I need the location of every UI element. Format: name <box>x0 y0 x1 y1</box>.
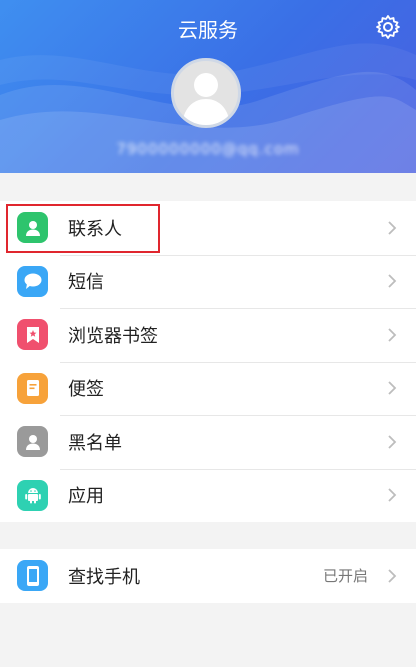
menu-item-label: 应用 <box>68 486 104 508</box>
menu-item-notes[interactable]: 便签 <box>0 361 416 416</box>
settings-gear-icon[interactable] <box>374 13 402 41</box>
sync-items-group: 联系人 短信 浏览器书签 便签 黑名单 应用 <box>0 201 416 522</box>
menu-item-label: 短信 <box>68 272 104 294</box>
contacts-icon <box>17 212 48 244</box>
chevron-right-icon <box>388 381 397 395</box>
menu-item-label: 联系人 <box>68 218 122 240</box>
account-email: 7900000000@qq.com <box>116 140 300 158</box>
menu-item-bookmarks[interactable]: 浏览器书签 <box>0 308 416 362</box>
avatar[interactable] <box>171 58 241 128</box>
menu-item-apps[interactable]: 应用 <box>0 468 416 523</box>
menu-item-blacklist[interactable]: 黑名单 <box>0 415 416 469</box>
chevron-right-icon <box>388 435 397 449</box>
blacklist-icon <box>17 426 48 458</box>
phone-icon <box>17 560 48 592</box>
sms-icon <box>17 265 48 297</box>
android-icon <box>17 479 48 511</box>
menu-item-sms[interactable]: 短信 <box>0 254 416 309</box>
note-icon <box>17 372 48 404</box>
menu-item-find-phone[interactable]: 查找手机 已开启 <box>0 549 416 603</box>
menu-item-label: 黑名单 <box>68 432 122 454</box>
user-silhouette-icon <box>182 73 230 125</box>
bookmark-icon <box>17 319 48 351</box>
find-phone-status: 已开启 <box>322 567 368 586</box>
chevron-right-icon <box>388 488 397 502</box>
menu-item-contacts[interactable]: 联系人 <box>0 201 416 255</box>
menu-item-label: 查找手机 <box>68 566 140 588</box>
chevron-right-icon <box>388 221 397 235</box>
profile-header: 云服务 7900000000@qq.com <box>0 0 416 173</box>
page-title: 云服务 <box>178 18 238 42</box>
find-phone-group: 查找手机 已开启 <box>0 549 416 603</box>
chevron-right-icon <box>388 569 397 583</box>
menu-item-label: 便签 <box>68 379 104 401</box>
chevron-right-icon <box>388 274 397 288</box>
menu-item-label: 浏览器书签 <box>68 325 158 347</box>
chevron-right-icon <box>388 328 397 342</box>
